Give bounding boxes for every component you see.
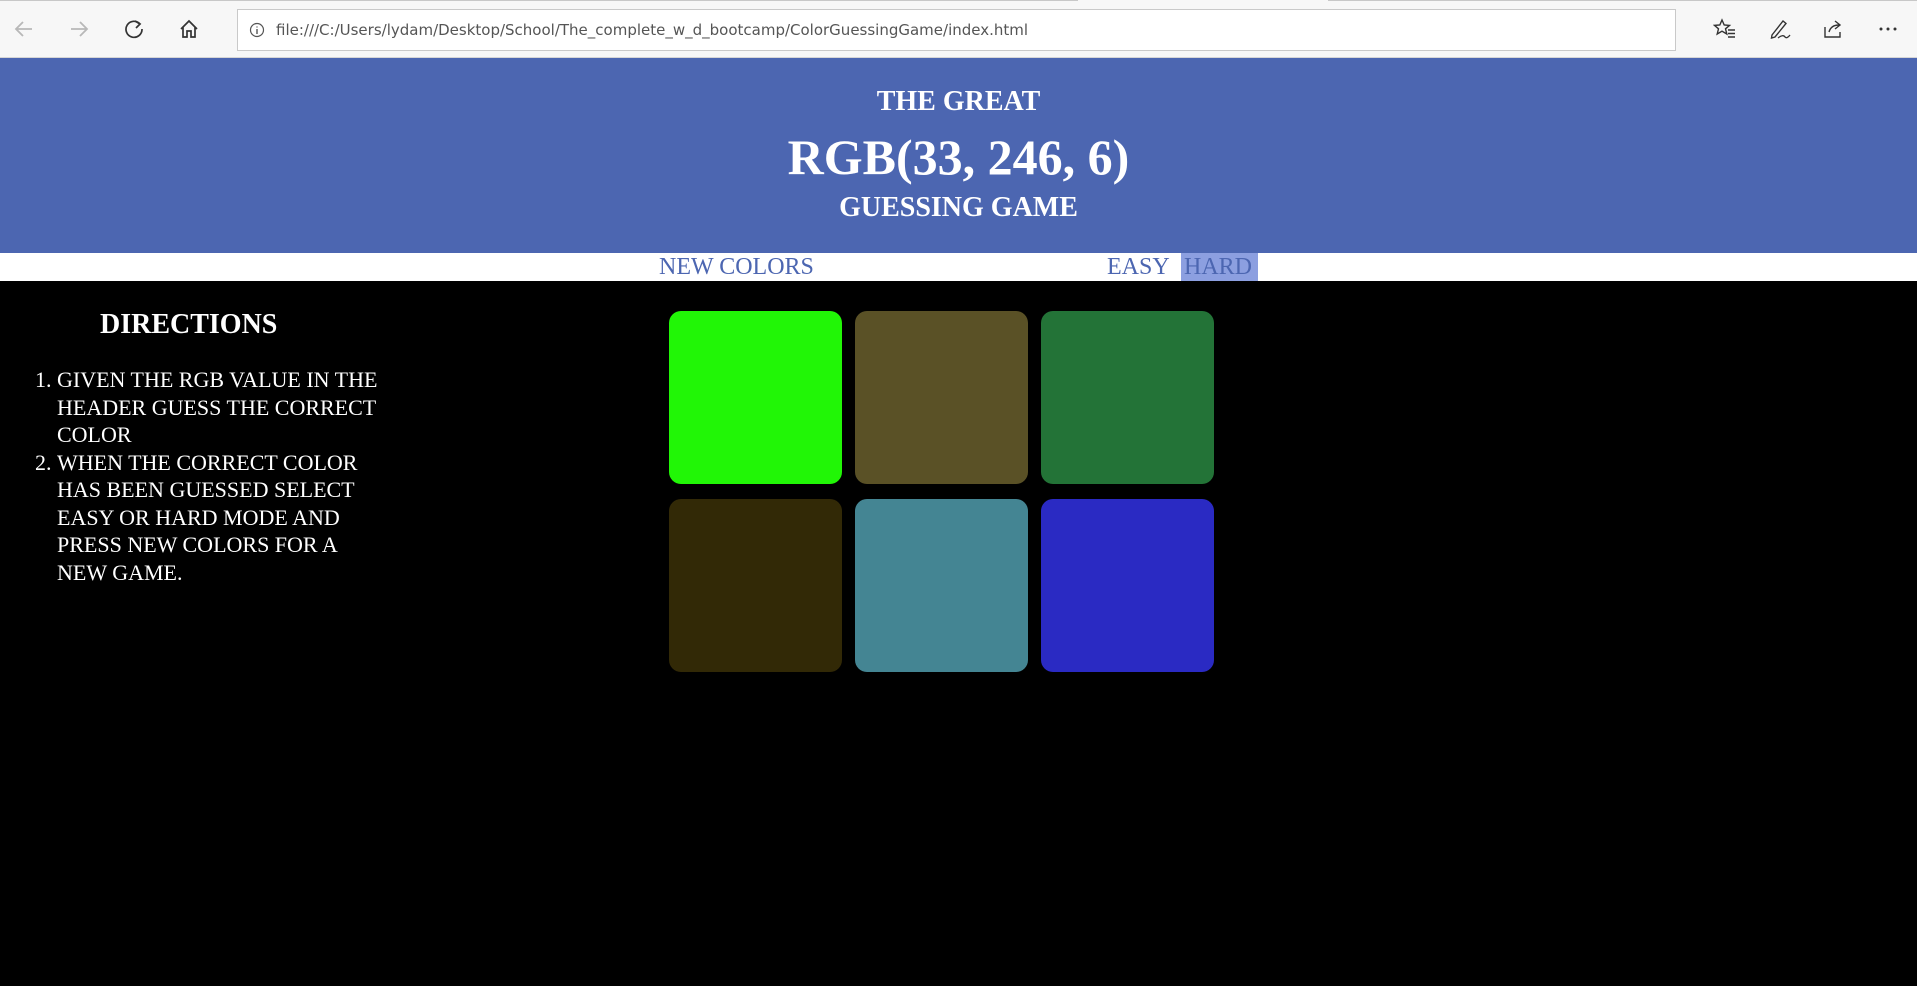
directions-list: GIVEN THE RGB VALUE IN THE HEADER GUESS … (0, 366, 390, 586)
browser-toolbar: file:///C:/Users/lydam/Desktop/School/Th… (0, 0, 1917, 58)
color-grid (669, 311, 1215, 672)
home-button[interactable] (172, 11, 206, 47)
forward-button[interactable] (62, 11, 96, 47)
refresh-button[interactable] (117, 11, 151, 47)
directions-title: DIRECTIONS (100, 309, 278, 340)
active-tab-indicator (1078, 0, 1328, 2)
game-header: THE GREAT RGB(33, 246, 6) GUESSING GAME (0, 58, 1917, 253)
favorites-star-icon (1713, 18, 1735, 38)
more-button[interactable] (1870, 11, 1906, 47)
info-icon (249, 22, 265, 38)
site-info-button[interactable] (238, 10, 276, 50)
color-square[interactable] (855, 499, 1028, 672)
pen-icon (1770, 20, 1791, 39)
hard-mode-button[interactable]: HARD (1181, 253, 1258, 281)
url-text: file:///C:/Users/lydam/Desktop/School/Th… (276, 21, 1029, 39)
back-icon (14, 21, 32, 37)
color-square[interactable] (1041, 499, 1214, 672)
notes-button[interactable] (1762, 11, 1798, 47)
page-viewport: THE GREAT RGB(33, 246, 6) GUESSING GAME … (0, 58, 1917, 986)
favorites-button[interactable] (1707, 11, 1743, 47)
color-square[interactable] (1041, 311, 1214, 484)
tab-strip-line (0, 0, 1917, 1)
rgb-display: RGB(33, 246, 6) (787, 129, 1130, 185)
color-square[interactable] (669, 499, 842, 672)
refresh-icon (125, 20, 143, 39)
home-icon (180, 19, 198, 38)
header-title-bottom: GUESSING GAME (839, 192, 1078, 223)
easy-mode-button[interactable]: EASY (1104, 253, 1173, 281)
controls-stripe: NEW COLORS EASY HARD (0, 253, 1917, 281)
more-icon (1879, 27, 1897, 31)
share-button[interactable] (1815, 11, 1851, 47)
header-title-top: THE GREAT (876, 86, 1041, 117)
direction-item: GIVEN THE RGB VALUE IN THE HEADER GUESS … (57, 366, 390, 449)
color-square[interactable] (669, 311, 842, 484)
back-button[interactable] (7, 11, 41, 47)
address-bar[interactable]: file:///C:/Users/lydam/Desktop/School/Th… (237, 9, 1676, 51)
direction-item: WHEN THE CORRECT COLOR HAS BEEN GUESSED … (57, 449, 390, 587)
forward-icon (71, 21, 89, 37)
new-colors-button[interactable]: NEW COLORS (656, 253, 817, 281)
color-square[interactable] (855, 311, 1028, 484)
share-icon (1824, 20, 1842, 38)
